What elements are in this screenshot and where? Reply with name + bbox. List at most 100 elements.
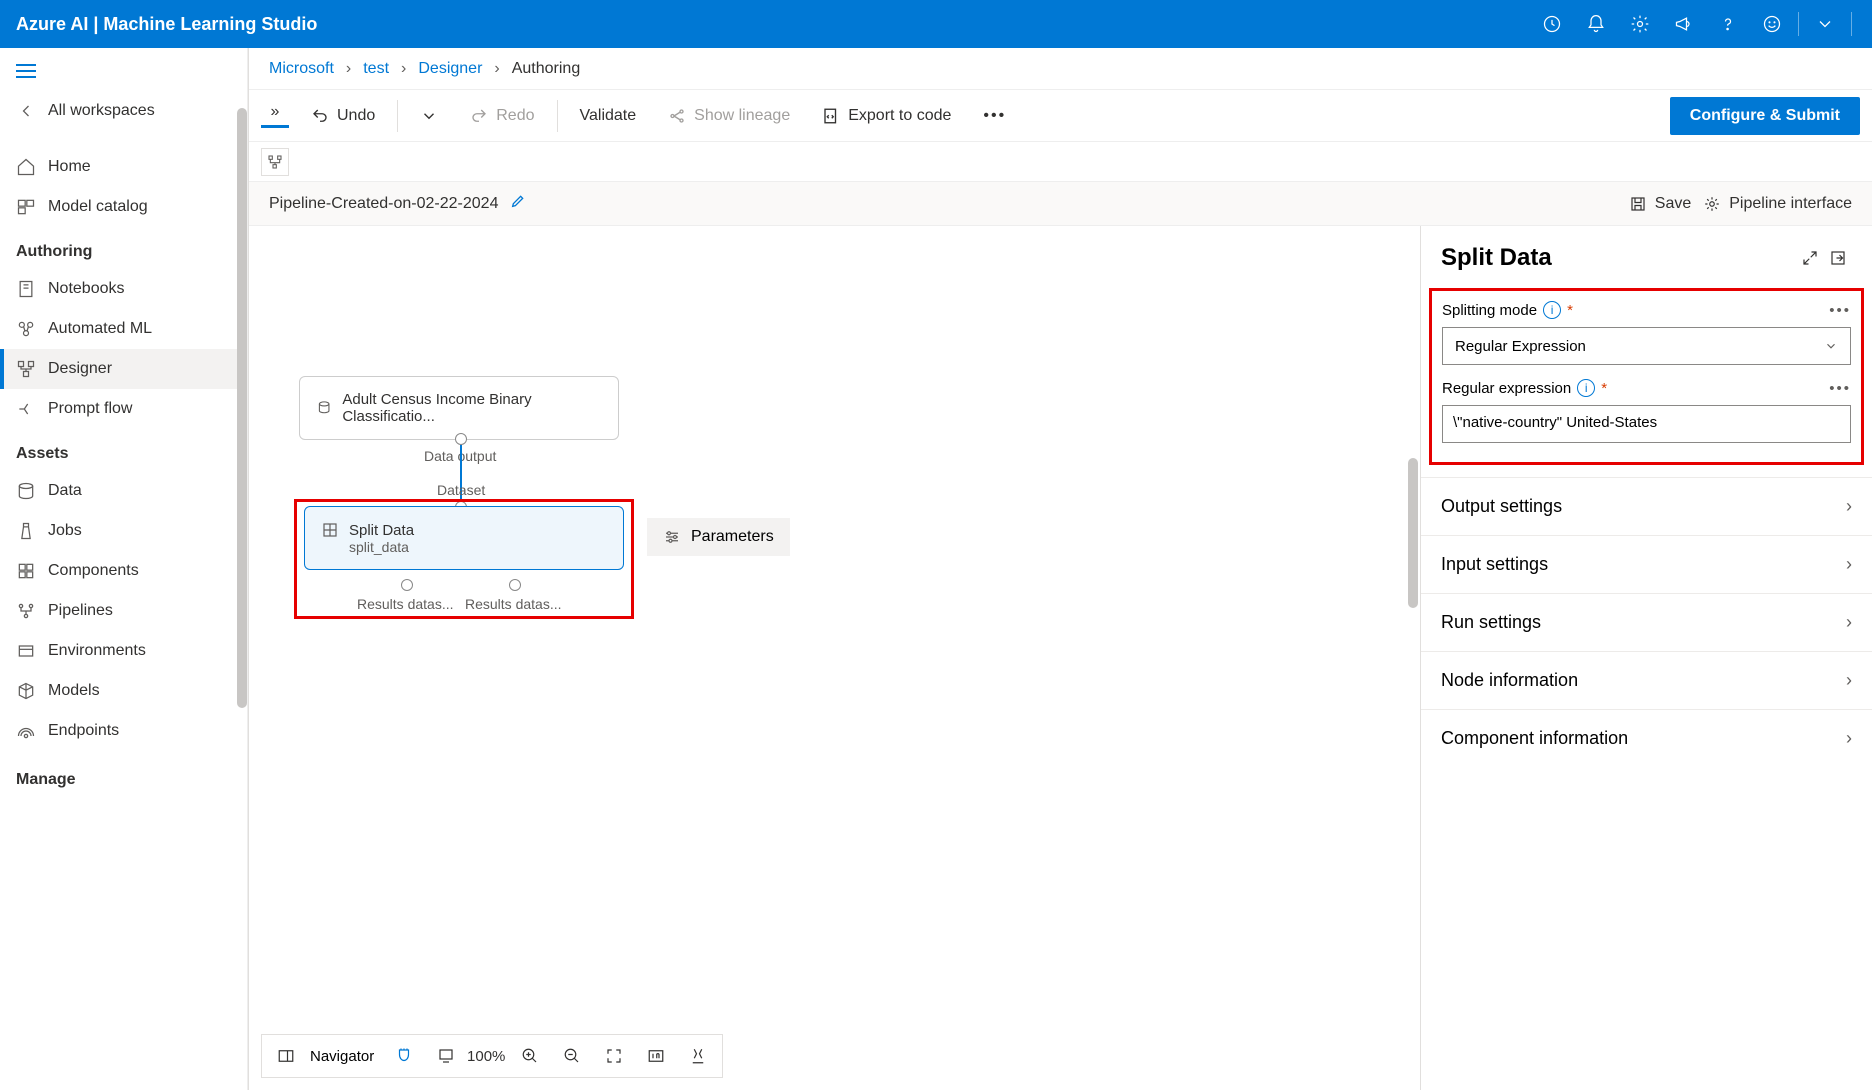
accordion-run-settings[interactable]: Run settings› [1421, 593, 1872, 651]
button-label: Export to code [848, 107, 951, 125]
pipeline-titlebar: Pipeline-Created-on-02-22-2024 Save Pipe… [249, 182, 1872, 226]
help-icon[interactable] [1706, 0, 1750, 48]
regex-input[interactable] [1442, 405, 1851, 443]
sidebar-jobs[interactable]: Jobs [0, 511, 247, 551]
pan-icon[interactable] [386, 1038, 422, 1074]
sidebar-components[interactable]: Components [0, 551, 247, 591]
clock-icon[interactable] [1530, 0, 1574, 48]
chevron-down-icon[interactable] [1803, 0, 1847, 48]
node-output-port-1[interactable] [401, 579, 413, 591]
more-button[interactable]: ••• [973, 101, 1016, 131]
breadcrumb-link-designer[interactable]: Designer [418, 60, 482, 78]
expand-icon[interactable] [1796, 244, 1824, 272]
more-icon[interactable]: ••• [1829, 380, 1851, 397]
node-adult-census[interactable]: Adult Census Income Binary Classificatio… [299, 376, 619, 440]
button-label: Pipeline interface [1729, 195, 1852, 213]
accordion-component-info[interactable]: Component information› [1421, 709, 1872, 767]
pipeline-name: Pipeline-Created-on-02-22-2024 [269, 195, 498, 213]
accordion-label: Component information [1441, 728, 1628, 749]
hamburger-icon[interactable] [0, 56, 247, 91]
validate-button[interactable]: Validate [570, 101, 647, 131]
node-subtitle: split_data [349, 539, 607, 555]
accordion-label: Run settings [1441, 612, 1541, 633]
port-label: Results datas... [357, 596, 454, 612]
designer-canvas[interactable]: Adult Census Income Binary Classificatio… [249, 226, 1420, 1090]
configure-submit-button[interactable]: Configure & Submit [1670, 97, 1860, 135]
sidebar-pipelines[interactable]: Pipelines [0, 591, 247, 631]
sidebar-label: Notebooks [48, 280, 125, 298]
sidebar-automated-ml[interactable]: Automated ML [0, 309, 247, 349]
export-code-button[interactable]: Export to code [812, 101, 961, 131]
sidebar-environments[interactable]: Environments [0, 631, 247, 671]
edit-icon[interactable] [510, 193, 526, 214]
required-marker: * [1567, 302, 1573, 319]
gear-icon[interactable] [1618, 0, 1662, 48]
canvas-scrollbar[interactable] [1408, 458, 1418, 608]
sidebar-notebooks[interactable]: Notebooks [0, 269, 247, 309]
zoom-out-icon[interactable] [554, 1038, 590, 1074]
canvas-bottom-bar: Navigator 100% [261, 1034, 723, 1078]
splitting-mode-select[interactable]: Regular Expression [1442, 327, 1851, 365]
sidebar-label: Endpoints [48, 722, 119, 740]
panel-title: Split Data [1441, 244, 1796, 272]
breadcrumb-link-workspace[interactable]: test [363, 60, 389, 78]
pipeline-interface-button[interactable]: Pipeline interface [1703, 195, 1852, 213]
accordion-output-settings[interactable]: Output settings› [1421, 477, 1872, 535]
sidebar-all-workspaces[interactable]: All workspaces [0, 91, 247, 131]
sidebar-label: Model catalog [48, 198, 148, 216]
show-lineage-button[interactable]: Show lineage [658, 101, 800, 131]
info-icon[interactable]: i [1577, 379, 1595, 397]
app-brand: Azure AI | Machine Learning Studio [16, 14, 317, 35]
node-output-port-2[interactable] [509, 579, 521, 591]
auto-layout-icon[interactable] [680, 1038, 716, 1074]
node-split-data[interactable]: Split Data split_data [304, 506, 624, 570]
sidebar-prompt-flow[interactable]: Prompt flow [0, 389, 247, 429]
sidebar-models[interactable]: Models [0, 671, 247, 711]
properties-panel: Split Data Splitting mode i * ••• Regula… [1420, 226, 1872, 1090]
sidebar-scrollbar[interactable] [237, 108, 247, 708]
button-label: Redo [496, 107, 534, 125]
undo-dropdown[interactable] [410, 101, 448, 131]
zoom-in-icon[interactable] [512, 1038, 548, 1074]
header-divider-2 [1851, 12, 1852, 36]
popout-icon[interactable] [1824, 244, 1852, 272]
chevron-right-icon: › [1846, 670, 1852, 691]
field-label: Regular expression [1442, 380, 1571, 397]
sidebar-label: Components [48, 562, 139, 580]
sidebar-label: Pipelines [48, 602, 113, 620]
sidebar-model-catalog[interactable]: Model catalog [0, 187, 247, 227]
select-icon[interactable] [428, 1038, 464, 1074]
chevron-right-icon: › [494, 60, 499, 78]
accordion-label: Input settings [1441, 554, 1548, 575]
actual-size-icon[interactable] [638, 1038, 674, 1074]
smiley-icon[interactable] [1750, 0, 1794, 48]
more-icon[interactable]: ••• [1829, 302, 1851, 319]
sidebar-home[interactable]: Home [0, 147, 247, 187]
parameters-button[interactable]: Parameters [647, 518, 790, 556]
accordion-node-info[interactable]: Node information› [1421, 651, 1872, 709]
toolbar-divider [557, 100, 558, 132]
navigator-toggle[interactable] [268, 1038, 304, 1074]
breadcrumb-link-root[interactable]: Microsoft [269, 60, 334, 78]
redo-button[interactable]: Redo [460, 101, 544, 131]
accordion-input-settings[interactable]: Input settings› [1421, 535, 1872, 593]
toolbar: » Undo Redo Validate Show lineage Export… [249, 90, 1872, 142]
bell-icon[interactable] [1574, 0, 1618, 48]
breadcrumb: Microsoft › test › Designer › Authoring [249, 48, 1872, 90]
megaphone-icon[interactable] [1662, 0, 1706, 48]
fit-screen-icon[interactable] [596, 1038, 632, 1074]
zoom-level[interactable]: 100% [470, 1038, 506, 1074]
undo-button[interactable]: Undo [301, 101, 385, 131]
save-button[interactable]: Save [1629, 195, 1691, 213]
sidebar-label: Home [48, 158, 91, 176]
sidebar-data[interactable]: Data [0, 471, 247, 511]
sidebar-label: Prompt flow [48, 400, 132, 418]
node-output-port[interactable] [455, 433, 467, 445]
sidebar-label: Automated ML [48, 320, 152, 338]
button-label: Undo [337, 107, 375, 125]
tree-view-icon[interactable] [261, 148, 289, 176]
sidebar-designer[interactable]: Designer [0, 349, 247, 389]
expand-toggle[interactable]: » [261, 103, 289, 128]
sidebar-endpoints[interactable]: Endpoints [0, 711, 247, 751]
info-icon[interactable]: i [1543, 301, 1561, 319]
